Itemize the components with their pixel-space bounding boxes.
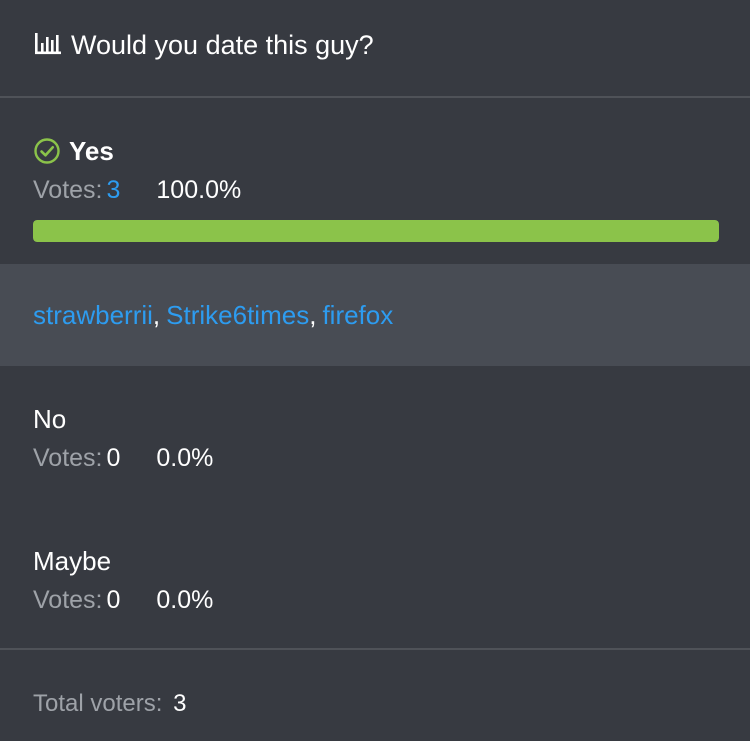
votes-label: Votes: <box>33 586 103 614</box>
votes-row: Votes: 0 0.0% <box>33 584 750 616</box>
poll-footer: Total voters: 3 <box>0 650 750 720</box>
votes-percent: 0.0% <box>156 444 214 472</box>
voter-separator: , <box>152 299 161 330</box>
poll-card: Would you date this guy? Yes Votes: 3 10… <box>0 0 750 741</box>
check-circle-icon <box>34 138 60 164</box>
votes-count-link[interactable]: 3 <box>107 174 121 206</box>
votes-count: 0 <box>106 586 121 614</box>
option-label-row: Maybe <box>33 544 750 578</box>
poll-option-maybe[interactable]: Maybe Votes: 0 0.0% <box>0 508 750 650</box>
voter-link[interactable]: strawberrii <box>33 300 153 331</box>
votes-count: 0 <box>106 444 121 472</box>
votes-row: Votes: 3 100.0% <box>33 174 750 206</box>
votes-percent: 100.0% <box>156 176 242 204</box>
votes-percent: 0.0% <box>156 586 214 614</box>
voters-list: strawberrii, Strike6times, firefox <box>0 264 750 366</box>
total-voters-count: 3 <box>173 690 187 717</box>
poll-title: Would you date this guy? <box>71 30 374 60</box>
voter-separator: , <box>309 299 317 330</box>
option-label-row: Yes <box>33 134 750 168</box>
votes-label: Votes: <box>33 444 103 472</box>
progress-bar-fill <box>33 220 719 242</box>
total-voters-label: Total voters: <box>33 690 163 717</box>
poll-header: Would you date this guy? <box>0 0 750 98</box>
poll-option-no[interactable]: No Votes: 0 0.0% <box>0 366 750 508</box>
option-label-row: No <box>33 402 750 436</box>
poll-option-yes[interactable]: Yes Votes: 3 100.0% <box>0 98 750 264</box>
option-label: No <box>33 404 67 434</box>
progress-bar <box>33 220 719 242</box>
option-label: Yes <box>69 136 114 166</box>
option-label: Maybe <box>33 546 112 576</box>
bar-chart-icon <box>35 33 61 55</box>
voter-link[interactable]: firefox <box>322 300 393 331</box>
voter-link[interactable]: Strike6times <box>166 300 309 331</box>
votes-row: Votes: 0 0.0% <box>33 442 750 474</box>
votes-label: Votes: <box>33 176 103 204</box>
